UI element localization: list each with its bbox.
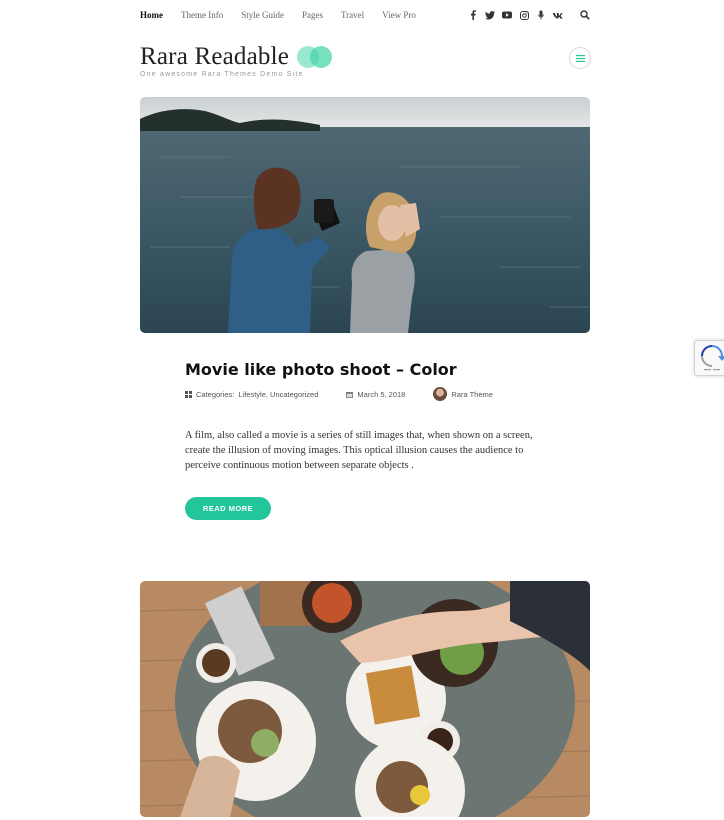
twitter-icon[interactable]: [485, 10, 495, 20]
post-meta: Categories: Lifestyle, Uncategorized Mar…: [185, 387, 493, 401]
menu-item-pages[interactable]: Pages: [302, 10, 323, 20]
menu-toggle-button[interactable]: [569, 47, 591, 69]
hamburger-icon: [575, 54, 585, 62]
mic-icon[interactable]: [536, 10, 546, 20]
recaptcha-icon: [701, 345, 724, 371]
categories-links[interactable]: Lifestyle, Uncategorized: [238, 390, 318, 399]
site-tagline: One awesome Rara Themes Demo Site: [140, 71, 304, 78]
social-links: [468, 10, 590, 20]
top-navigation: Home Theme Info Style Guide Pages Travel…: [140, 0, 590, 30]
search-icon[interactable]: [580, 10, 590, 20]
menu-item-theme-info[interactable]: Theme Info: [181, 10, 223, 20]
menu-item-style-guide[interactable]: Style Guide: [241, 10, 284, 20]
site-title[interactable]: Rara Readable: [140, 42, 289, 72]
recaptcha-badge[interactable]: [694, 340, 724, 376]
post-date[interactable]: March 5, 2018: [357, 390, 405, 399]
post-title[interactable]: Movie like photo shoot – Color: [185, 360, 457, 379]
youtube-icon[interactable]: [502, 10, 512, 20]
post-featured-image-2[interactable]: [140, 581, 590, 817]
categories-label: Categories:: [196, 389, 235, 399]
post-featured-image[interactable]: [140, 97, 590, 333]
categories-icon: [185, 390, 192, 398]
vk-icon[interactable]: [553, 10, 563, 20]
main-menu: Home Theme Info Style Guide Pages Travel…: [140, 10, 416, 20]
menu-item-travel[interactable]: Travel: [341, 10, 364, 20]
logo-icon[interactable]: [297, 44, 335, 70]
site-branding: Rara Readable One awesome Rara Themes De…: [140, 42, 335, 78]
site-title-row: Rara Readable: [140, 42, 335, 72]
facebook-icon[interactable]: [468, 10, 478, 20]
read-more-button[interactable]: READ MORE: [185, 497, 271, 520]
post-excerpt: A film, also called a movie is a series …: [185, 430, 533, 471]
menu-item-view-pro[interactable]: View Pro: [382, 10, 416, 20]
menu-item-home[interactable]: Home: [140, 10, 163, 20]
post-author[interactable]: Rara Theme: [451, 390, 493, 399]
calendar-icon: [346, 391, 354, 398]
author-avatar[interactable]: [433, 387, 448, 401]
instagram-icon[interactable]: [519, 10, 529, 20]
